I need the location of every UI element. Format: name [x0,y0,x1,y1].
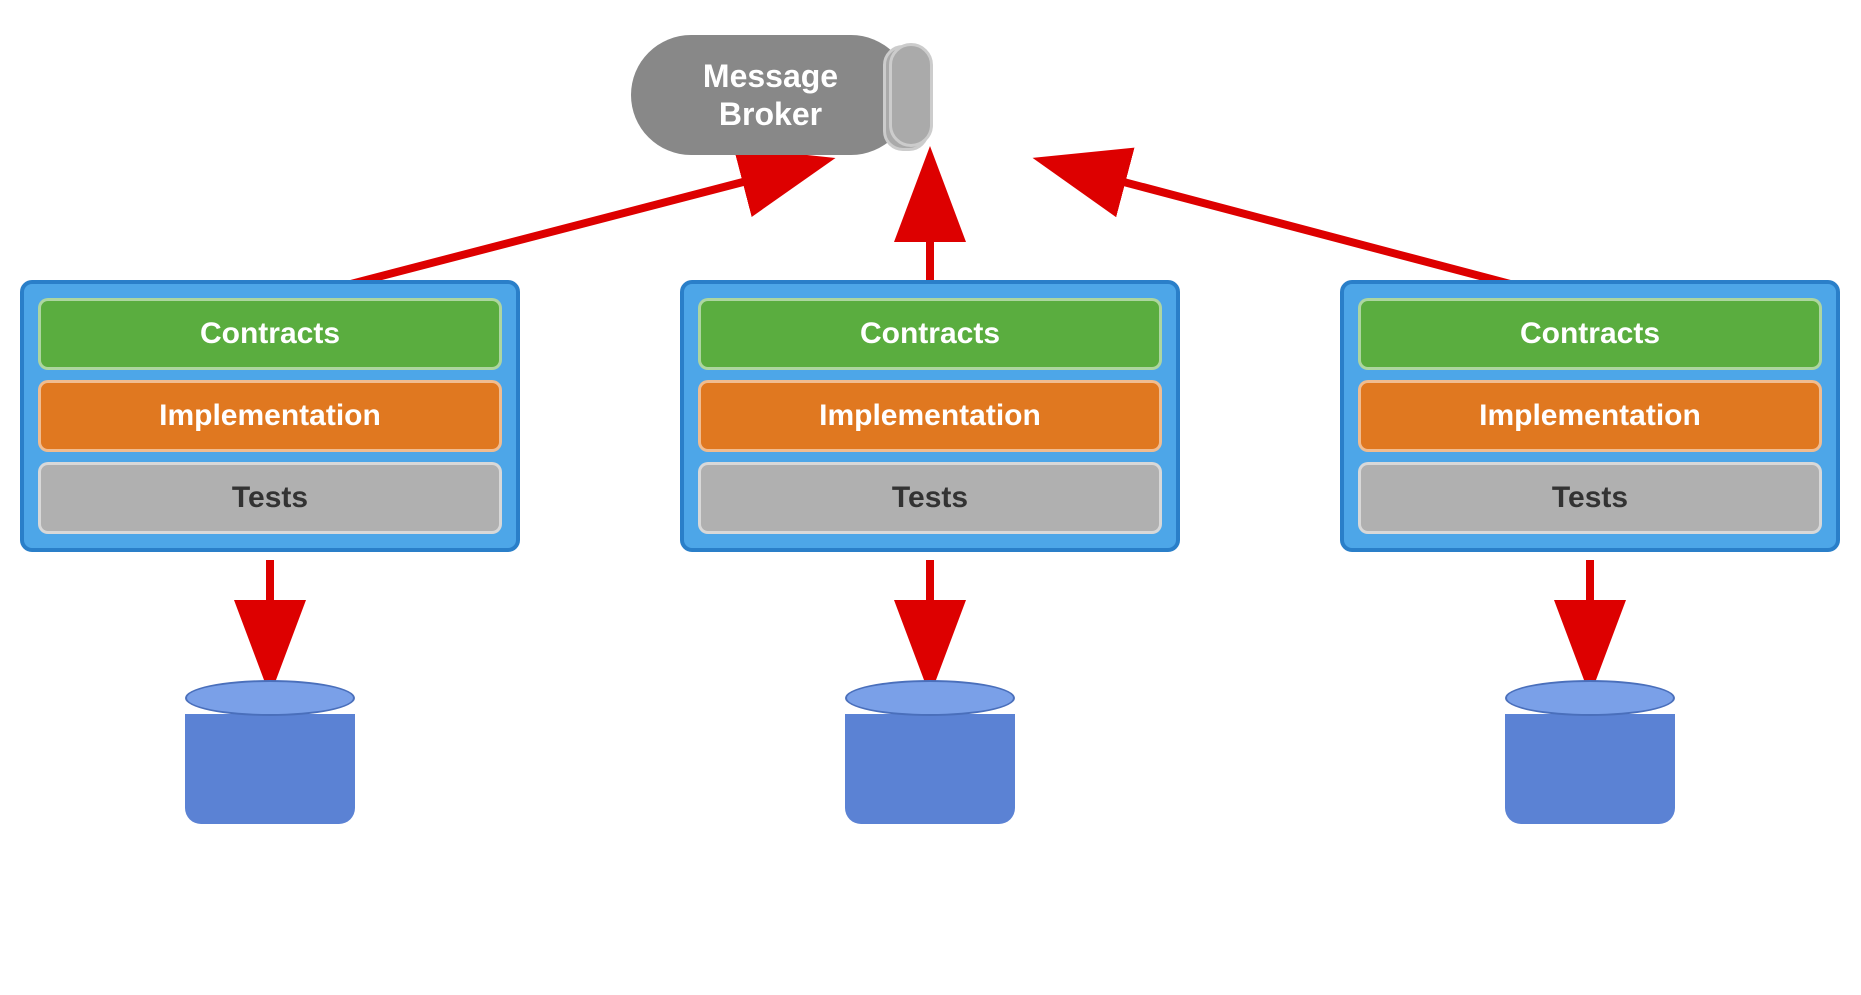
right-tests-layer: Tests [1358,462,1822,534]
db-body-center [845,714,1015,824]
right-service-box: Contracts Implementation Tests [1340,280,1840,552]
right-implementation-layer: Implementation [1358,380,1822,452]
left-tests-layer: Tests [38,462,502,534]
diagram-container: Message Broker Contracts Implementation … [0,0,1861,995]
center-tests-layer: Tests [698,462,1162,534]
db-top-center [845,680,1015,716]
event-store-db: Event Store [185,680,355,898]
left-contracts-layer: Contracts [38,298,502,370]
db-top-right [1505,680,1675,716]
db-body-left [185,714,355,824]
left-service-box: Contracts Implementation Tests [20,280,520,552]
db-top-left [185,680,355,716]
center-service-box: Contracts Implementation Tests [680,280,1180,552]
right-contracts-layer: Contracts [1358,298,1822,370]
message-broker: Message Broker [631,25,911,165]
left-implementation-layer: Implementation [38,380,502,452]
event-store-label: Event Store [235,836,306,898]
broker-label: Message Broker [703,57,838,134]
document-db: Document DB [1505,680,1675,898]
center-contracts-layer: Contracts [698,298,1162,370]
document-db-label: Document DB [1526,836,1653,898]
db-body-right [1505,714,1675,824]
relational-db: Relational DB [845,680,1015,898]
relational-db-label: Relational DB [868,836,992,898]
center-implementation-layer: Implementation [698,380,1162,452]
